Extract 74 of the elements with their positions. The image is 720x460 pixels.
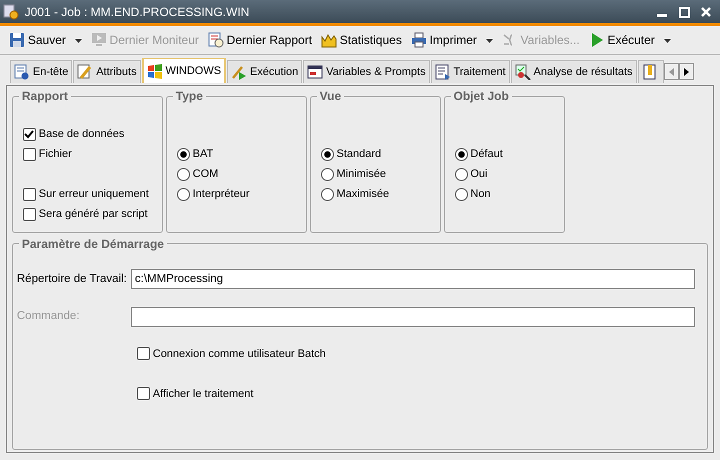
checkbox[interactable] [22, 188, 36, 200]
option-label: Minimisée [336, 166, 386, 182]
bookmark-icon [642, 64, 658, 80]
arrow-right-icon [684, 68, 689, 76]
radio-button[interactable] [320, 148, 334, 160]
option-label: Sera généré par script [38, 206, 148, 222]
scroll-right-button[interactable] [678, 63, 694, 80]
close-icon [701, 7, 712, 18]
radio-button[interactable] [176, 168, 190, 180]
maximize-icon [678, 6, 690, 18]
option-label: Non [470, 186, 491, 202]
toolbar-button[interactable]: Imprimer [408, 29, 480, 51]
radio-button[interactable] [176, 188, 190, 200]
caret-icon [486, 38, 493, 43]
wand-play-icon [231, 64, 248, 80]
group-title: Objet Job [452, 90, 510, 102]
group-title: Rapport [20, 90, 69, 102]
minimize-icon [657, 14, 668, 18]
field-label: Commande: [16, 309, 81, 324]
tab[interactable]: Attributs [73, 60, 141, 83]
tab[interactable]: En-tête [10, 60, 72, 83]
magnifier-icon [514, 64, 531, 80]
checkbox[interactable] [136, 387, 150, 400]
caret-icon [74, 38, 82, 43]
tab[interactable]: Traitement [430, 60, 510, 83]
caret-icon [664, 38, 671, 43]
monitor-icon [90, 32, 107, 48]
report-icon [208, 32, 224, 48]
pencil-icon [77, 64, 94, 80]
tab[interactable]: Analyse de résultats [510, 60, 637, 83]
tab[interactable] [638, 60, 664, 83]
option-label: Maximisée [336, 186, 390, 202]
option-label: Oui [470, 166, 488, 182]
input-field[interactable]: c:\MMProcessing [130, 269, 696, 290]
check-icon [24, 130, 34, 138]
save-icon [9, 32, 25, 48]
field-label: Répertoire de Travail: [16, 272, 128, 287]
option-label: Afficher le traitement [152, 386, 254, 402]
toolbar-button[interactable]: Exécuter [586, 29, 658, 51]
group-title: Type [174, 90, 204, 102]
variables-window-icon [307, 64, 324, 80]
arrow-left-icon [668, 68, 674, 76]
checkbox[interactable] [22, 208, 36, 220]
document-icon [14, 64, 30, 80]
checkbox[interactable] [136, 347, 150, 360]
radio-button[interactable] [454, 188, 468, 200]
list-icon [434, 64, 451, 80]
option-label: BAT [192, 146, 214, 162]
tab[interactable]: Exécution [227, 60, 302, 83]
option-label: Connexion comme utilisateur Batch [152, 346, 326, 362]
option-label: Interpréteur [192, 186, 250, 202]
printer-icon [410, 32, 427, 48]
group-title: Vue [318, 90, 342, 102]
toolbar-button[interactable]: Statistiques [318, 29, 405, 51]
radio-button[interactable] [176, 148, 190, 160]
tab[interactable]: Variables & Prompts [303, 60, 430, 83]
option-label: Base de données [38, 126, 124, 142]
radio-button[interactable] [454, 148, 468, 160]
option-label: Fichier [38, 146, 72, 162]
toolbar-button[interactable]: Dernier Rapport [204, 29, 316, 51]
windows-flag-icon [146, 63, 163, 79]
panel-title: Paramètre de Démarrage [20, 238, 165, 250]
option-label: Défaut [470, 146, 503, 162]
radio-button[interactable] [320, 168, 334, 180]
checkbox[interactable] [22, 148, 36, 160]
toolbar-button[interactable]: Sauver [6, 29, 69, 51]
tab[interactable]: WINDOWS [142, 58, 226, 83]
option-label: Standard [336, 146, 382, 162]
option-label: COM [192, 166, 218, 182]
radio-button[interactable] [320, 188, 334, 200]
option-label: Sur erreur uniquement [38, 186, 149, 202]
radio-button[interactable] [454, 168, 468, 180]
window-title: J001 - Job : MM.END.PROCESSING.WIN [24, 4, 250, 20]
checkbox[interactable] [22, 128, 36, 140]
